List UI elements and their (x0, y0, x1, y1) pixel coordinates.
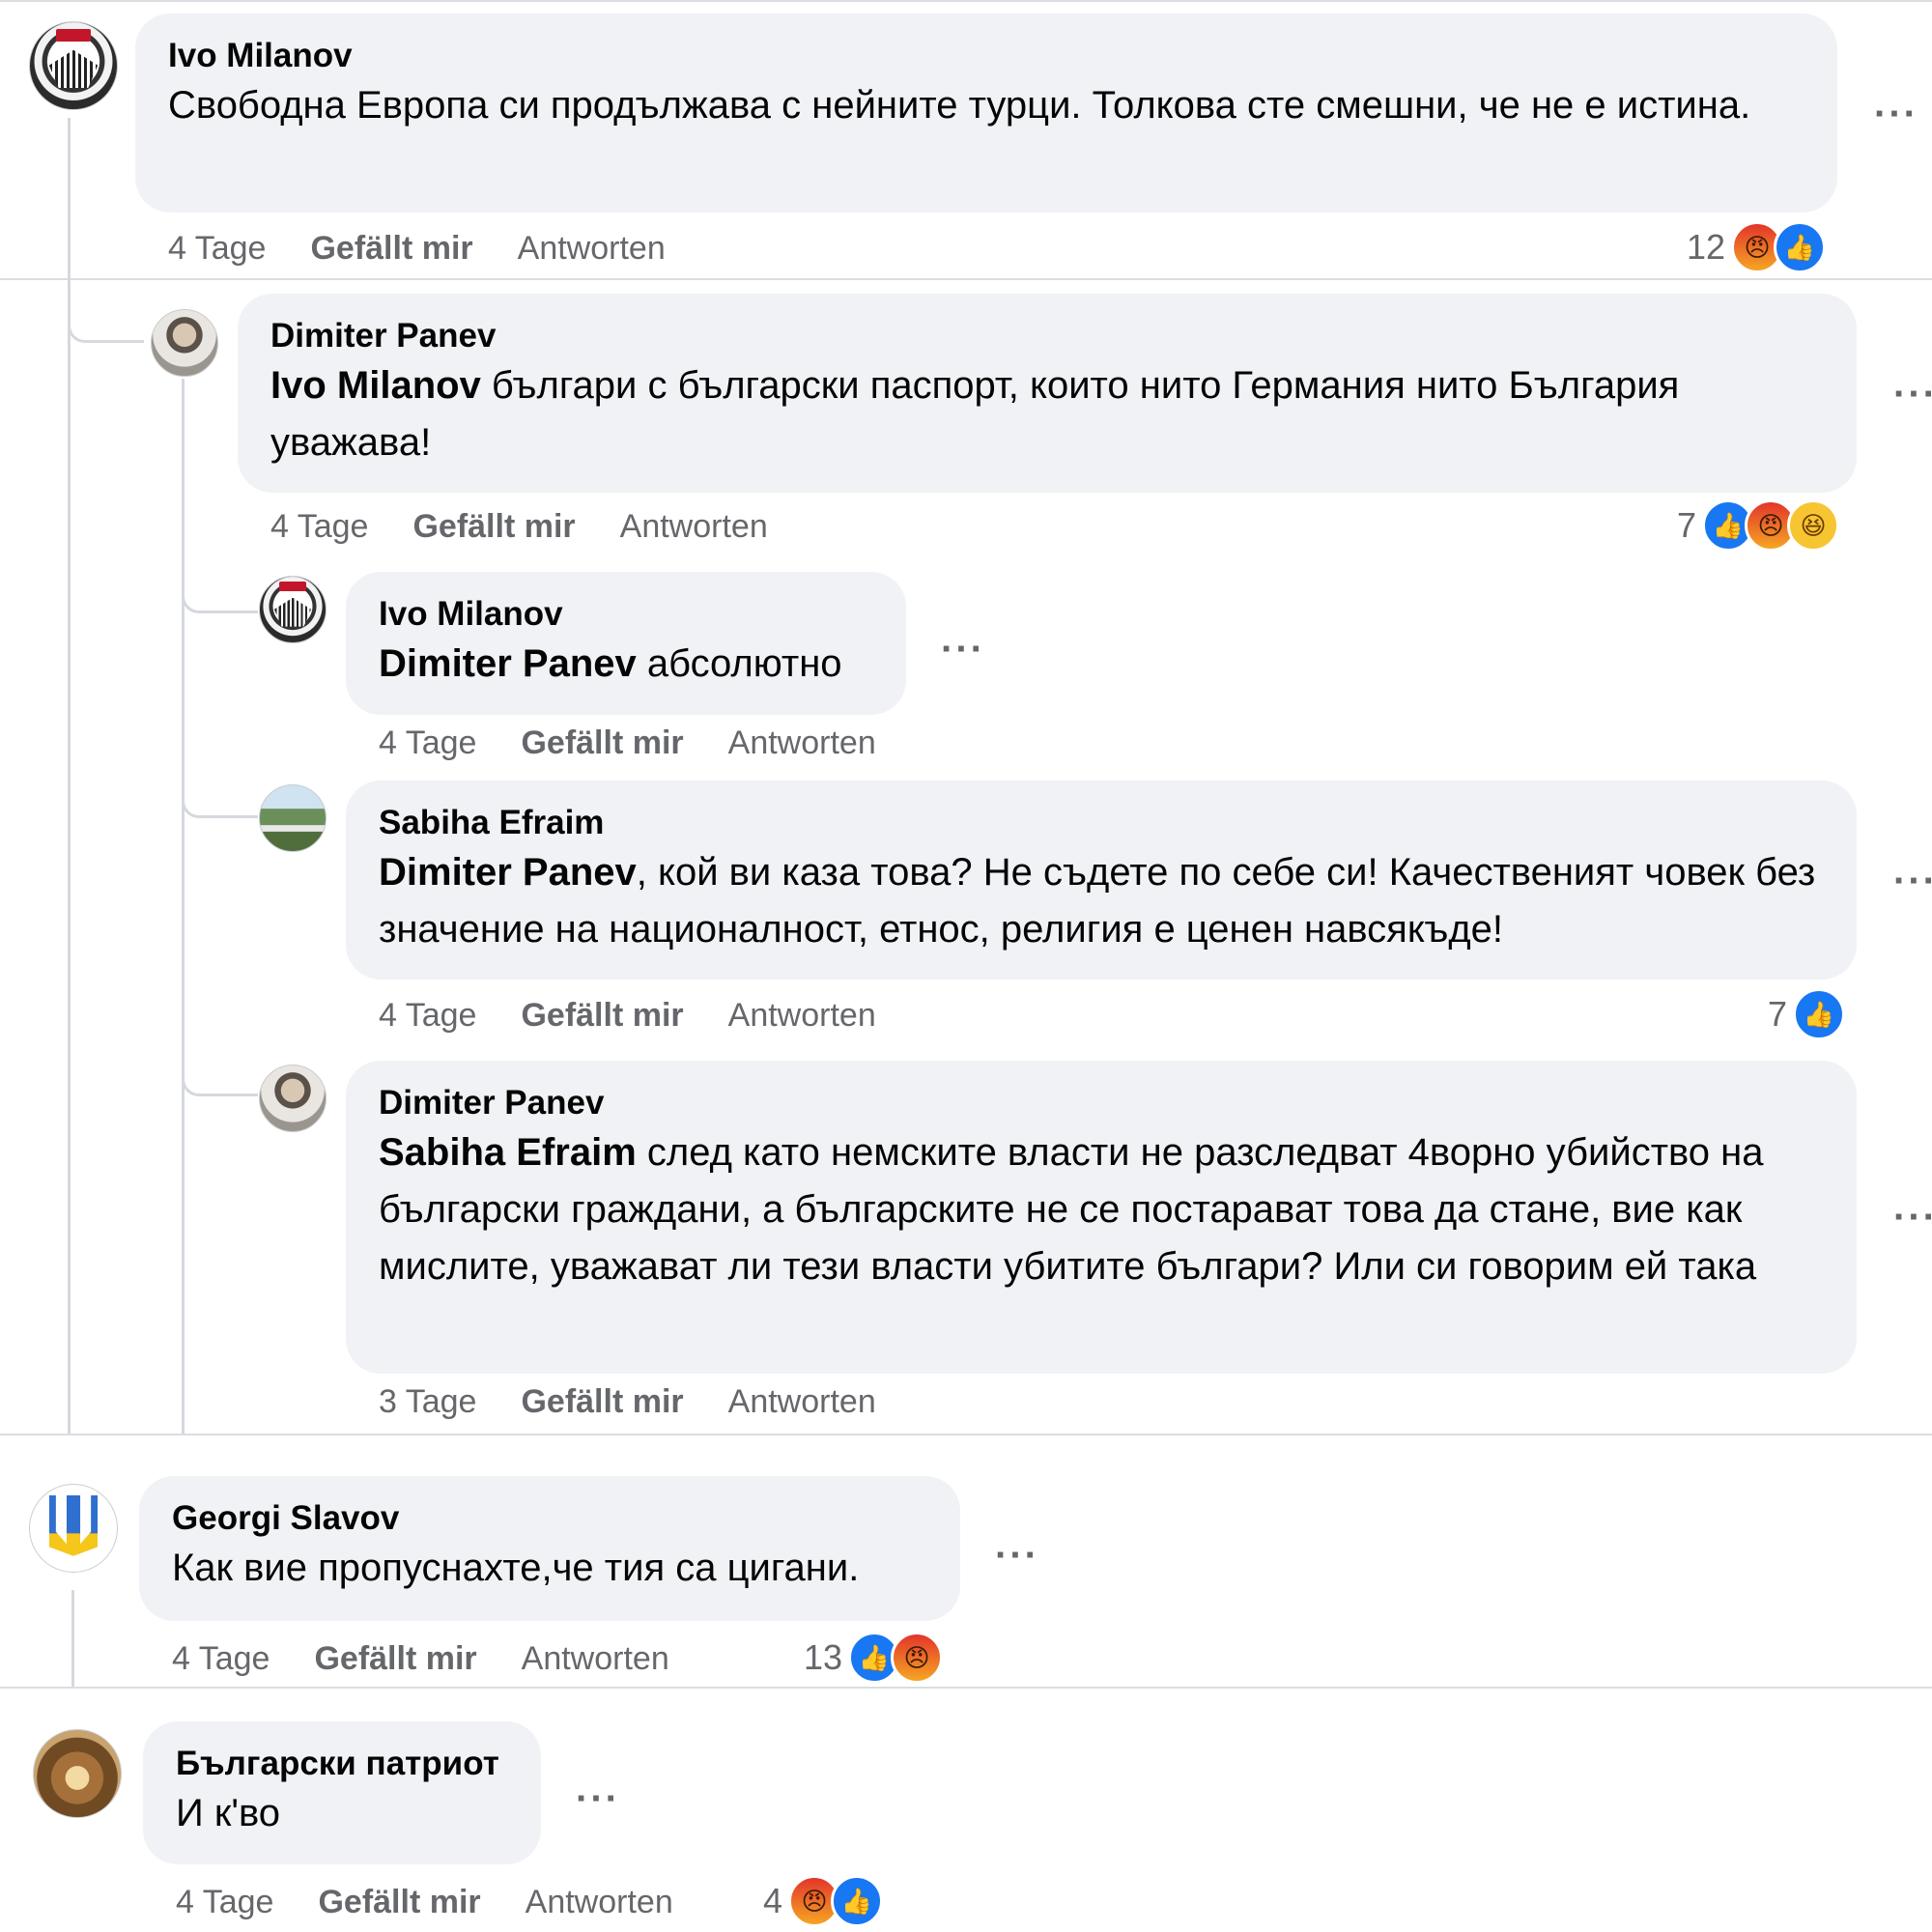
reply-button[interactable]: Antworten (620, 508, 768, 546)
comment-timestamp[interactable]: 4 Tage (176, 1884, 273, 1921)
comment-timestamp[interactable]: 4 Tage (168, 230, 266, 268)
reaction-summary[interactable]: 4 😠 👍 (763, 1875, 884, 1927)
comment-bubble: Български патриот И к'во (143, 1721, 541, 1864)
avatar[interactable] (29, 1484, 118, 1573)
more-options-icon[interactable]: ··· (995, 1536, 1039, 1575)
club-crest-icon (279, 582, 306, 591)
top-divider (0, 0, 1932, 2)
mention-link[interactable]: Ivo Milanov (270, 364, 481, 407)
reply-button[interactable]: Antworten (728, 724, 876, 762)
comment-author[interactable]: Ivo Milanov (379, 593, 873, 636)
comment-bubble: Ivo Milanov Свободна Европа си продължав… (135, 14, 1837, 213)
comment-text: Sabiha Efraim след като немските власти … (379, 1124, 1824, 1295)
more-options-icon[interactable]: ··· (1893, 375, 1932, 413)
mention-link[interactable]: Dimiter Panev (379, 851, 637, 894)
comment-author[interactable]: Ivo Milanov (168, 35, 1804, 77)
reaction-count: 4 (763, 1881, 783, 1920)
reply-button[interactable]: Antworten (522, 1640, 669, 1678)
reaction-summary[interactable]: 12 😠 👍 (1687, 221, 1827, 273)
trident-icon (48, 1494, 99, 1556)
comment-actions: 4 Tage Gefällt mir Antworten (168, 224, 666, 272)
comment-timestamp[interactable]: 4 Tage (379, 724, 476, 762)
mention-link[interactable]: Dimiter Panev (379, 642, 637, 685)
mention-link[interactable]: Sabiha Efraim (379, 1131, 637, 1174)
comment-actions: 4 Tage Gefällt mir Antworten (172, 1634, 669, 1683)
like-button[interactable]: Gefällt mir (314, 1640, 476, 1678)
comment-timestamp[interactable]: 4 Tage (379, 997, 476, 1035)
like-button[interactable]: Gefällt mir (412, 508, 575, 546)
like-button[interactable]: Gefällt mir (521, 724, 683, 762)
avatar[interactable] (259, 1065, 327, 1132)
reply-button[interactable]: Antworten (518, 230, 666, 268)
like-button[interactable]: Gefällt mir (310, 230, 472, 268)
avatar[interactable] (259, 784, 327, 852)
more-options-icon[interactable]: ··· (1893, 862, 1932, 900)
comment-bubble: Dimiter Panev Ivo Milanov българи с бълг… (238, 294, 1857, 493)
more-options-icon[interactable]: ··· (576, 1779, 620, 1818)
comment-author[interactable]: Sabiha Efraim (379, 802, 1824, 844)
reaction-summary[interactable]: 7 👍 (1768, 988, 1846, 1040)
reaction-count: 12 (1687, 227, 1726, 267)
club-crest-icon (56, 29, 91, 42)
comment-text: Свободна Европа си продължава с нейните … (168, 84, 1751, 127)
comment-text: И к'во (176, 1792, 281, 1834)
like-button[interactable]: Gefällt mir (318, 1884, 480, 1921)
comment-actions: 3 Tage Gefällt mir Antworten (379, 1378, 876, 1426)
comment-author[interactable]: Georgi Slavov (172, 1497, 927, 1540)
comment-timestamp[interactable]: 3 Tage (379, 1383, 476, 1421)
comment-author[interactable]: Dimiter Panev (379, 1082, 1824, 1124)
avatar[interactable] (151, 309, 218, 377)
comment-body: абсолютно (636, 642, 842, 685)
eagle-icon (48, 49, 99, 89)
thread-connector (182, 765, 258, 818)
thumbs-up-icon: 👍 (831, 1875, 884, 1927)
section-divider (0, 278, 1932, 280)
comment-bubble: Ivo Milanov Dimiter Panev абсолютно (346, 572, 906, 715)
comment-timestamp[interactable]: 4 Tage (172, 1640, 270, 1678)
comment-bubble: Georgi Slavov Как вие пропуснахте,че тия… (139, 1476, 960, 1621)
thumbs-up-icon: 👍 (1774, 221, 1827, 273)
more-options-icon[interactable]: ··· (1893, 1198, 1932, 1236)
reaction-count: 7 (1677, 505, 1697, 545)
thumbs-up-icon: 👍 (1793, 988, 1846, 1040)
reply-button[interactable]: Antworten (728, 997, 876, 1035)
section-divider (0, 1434, 1932, 1435)
thread-connector (182, 1043, 258, 1096)
thread-line (182, 379, 185, 1434)
comment-actions: 4 Tage Gefällt mir Antworten (270, 502, 768, 551)
comment-timestamp[interactable]: 4 Tage (270, 508, 368, 546)
avatar[interactable] (33, 1729, 122, 1818)
reply-button[interactable]: Antworten (728, 1383, 876, 1421)
comment-text: Как вие пропуснахте,че тия са цигани. (172, 1547, 860, 1589)
thread-connector (182, 560, 258, 613)
comment-actions: 4 Tage Gefällt mir Antworten (379, 991, 876, 1039)
reaction-summary[interactable]: 13 👍 😠 (804, 1632, 944, 1684)
comment-bubble: Dimiter Panev Sabiha Efraim след като не… (346, 1061, 1857, 1374)
laughing-face-icon: 😆 (1787, 499, 1840, 552)
reaction-count: 7 (1768, 994, 1788, 1034)
comment-text: Dimiter Panev, кой ви каза това? Не съде… (379, 844, 1824, 958)
comment-bubble: Sabiha Efraim Dimiter Panev, кой ви каза… (346, 781, 1857, 980)
comment-text: Dimiter Panev абсолютно (379, 636, 873, 693)
avatar[interactable] (29, 21, 118, 110)
more-options-icon[interactable]: ··· (941, 630, 985, 668)
like-button[interactable]: Gefällt mir (521, 1383, 683, 1421)
angry-face-icon: 😠 (891, 1632, 944, 1684)
comment-body: българи с български паспорт, които нито … (270, 364, 1680, 464)
eagle-icon (273, 597, 312, 627)
section-divider (0, 1687, 1932, 1689)
avatar[interactable] (259, 576, 327, 643)
thread-line (71, 1590, 74, 1687)
comment-actions: 4 Tage Gefällt mir Antworten (176, 1878, 673, 1926)
comment-actions: 4 Tage Gefällt mir Antworten (379, 719, 876, 767)
reaction-summary[interactable]: 7 👍 😠 😆 (1677, 499, 1840, 552)
like-button[interactable]: Gefällt mir (521, 997, 683, 1035)
comment-author[interactable]: Dimiter Panev (270, 315, 1824, 357)
comment-text: Ivo Milanov българи с български паспорт,… (270, 357, 1824, 471)
thread-connector (68, 290, 144, 343)
reply-button[interactable]: Antworten (526, 1884, 673, 1921)
reaction-count: 13 (804, 1637, 843, 1677)
comment-author[interactable]: Български патриот (176, 1743, 508, 1785)
more-options-icon[interactable]: ··· (1874, 95, 1918, 133)
